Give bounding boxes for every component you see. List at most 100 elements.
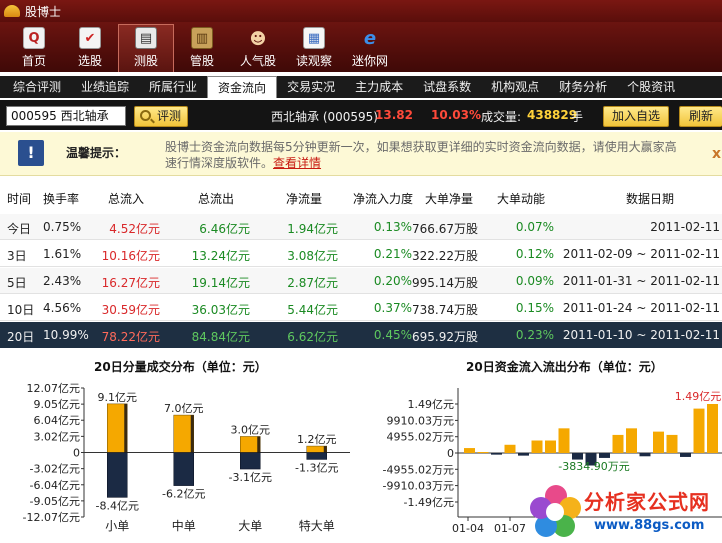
tab-stock-news[interactable]: 个股资讯 bbox=[617, 76, 685, 98]
volume-value: 438829 bbox=[527, 108, 578, 122]
inflow-bar bbox=[666, 434, 678, 453]
volume-label: 成交量: bbox=[481, 110, 522, 124]
toolbar-popular-stock[interactable]: ☻ 人气股 bbox=[230, 24, 286, 72]
app-title: 股博士 bbox=[25, 4, 62, 19]
outflow-bar bbox=[599, 453, 610, 458]
table-row[interactable]: 5日 2.43% 16.27亿元 19.14亿元 2.87亿元 0.20% 99… bbox=[0, 268, 722, 294]
watermark-text: 分析家公式网 bbox=[584, 490, 710, 514]
app-logo-icon bbox=[4, 5, 20, 17]
search-doc-icon: Q bbox=[23, 27, 45, 49]
outflow-bar bbox=[491, 453, 502, 455]
category-label: 小单 bbox=[105, 519, 129, 533]
inflow-bar bbox=[558, 428, 570, 453]
y-tick-label: 6.04亿元 bbox=[34, 414, 81, 427]
inflow-bar bbox=[612, 434, 624, 453]
y-tick-label: -3.02亿元 bbox=[30, 463, 80, 476]
toolbar-read-observe[interactable]: ▦ 读观察 bbox=[286, 24, 342, 72]
tab-industry[interactable]: 所属行业 bbox=[139, 76, 207, 98]
inflow-bar-label: 7.0亿元 bbox=[164, 402, 204, 415]
info-icon: ! bbox=[18, 140, 44, 166]
table-row[interactable]: 今日 0.75% 4.52亿元 6.46亿元 1.94亿元 0.13% 766.… bbox=[0, 214, 722, 240]
y-tick-label: 12.07亿元 bbox=[27, 382, 81, 395]
y-tick-label: -12.07亿元 bbox=[23, 511, 80, 524]
stock-price: 13.82 bbox=[375, 108, 413, 122]
toolbar-home[interactable]: Q 首页 bbox=[6, 24, 62, 72]
outflow-bar bbox=[107, 452, 128, 498]
app-window: 股博士 Q 首页 ✔ 选股 ▤ 测股 ▥ 管股 ☻ 人气股 ▦ 读观察 e 迷你… bbox=[0, 0, 722, 543]
tip-notice: ! 温馨提示： 股博士资金流向数据每5分钟更新一次，如果想获取更详细的实时资金流… bbox=[0, 132, 722, 176]
outflow-bar-label: -8.4亿元 bbox=[96, 499, 139, 512]
tab-trial-coef[interactable]: 试盘系数 bbox=[413, 76, 481, 98]
toolbar-test-stock[interactable]: ▤ 测股 bbox=[118, 24, 174, 72]
main-toolbar: Q 首页 ✔ 选股 ▤ 测股 ▥ 管股 ☻ 人气股 ▦ 读观察 e 迷你网 bbox=[0, 22, 722, 72]
eval-button[interactable]: 评测 bbox=[134, 106, 188, 127]
flower-logo-icon bbox=[530, 485, 581, 537]
tab-overall-eval[interactable]: 综合评测 bbox=[3, 76, 71, 98]
y-tick-label: 9910.03万元 bbox=[387, 414, 455, 427]
y-tick-label: -6.04亿元 bbox=[30, 479, 80, 492]
refresh-button[interactable]: 刷新 bbox=[679, 106, 722, 127]
volume-unit: 手 bbox=[571, 110, 584, 124]
inflow-bar bbox=[545, 440, 556, 453]
table-row[interactable]: 10日 4.56% 30.59亿元 36.03亿元 5.44亿元 0.37% 7… bbox=[0, 295, 722, 321]
y-tick-label: -9910.03万元 bbox=[383, 480, 454, 493]
notice-detail-link[interactable]: 查看详情 bbox=[273, 156, 321, 170]
title-bar: 股博士 bbox=[0, 0, 722, 22]
inflow-bar-shade bbox=[323, 446, 327, 453]
tab-performance[interactable]: 业绩追踪 bbox=[71, 76, 139, 98]
chart1-title: 20日分量成交分布（单位：元） bbox=[94, 360, 267, 374]
tab-main-cost[interactable]: 主力成本 bbox=[345, 76, 413, 98]
inflow-bar-shade bbox=[190, 415, 194, 453]
y-tick-label: -4955.02万元 bbox=[383, 463, 454, 476]
table-row-selected[interactable]: 20日 10.99% 78.22亿元 84.84亿元 6.62亿元 0.45% … bbox=[0, 322, 722, 348]
y-tick-label: 0 bbox=[447, 447, 454, 460]
outflow-bar bbox=[572, 453, 583, 460]
outflow-bar bbox=[173, 452, 194, 486]
table-row[interactable]: 3日 1.61% 10.16亿元 13.24亿元 3.08亿元 0.21% 32… bbox=[0, 241, 722, 267]
category-label: 大单 bbox=[238, 519, 262, 533]
magnifier-icon bbox=[140, 110, 151, 121]
volume-distribution-chart: 20日分量成交分布（单位：元） 12.07亿元 9.05亿元 6.04亿元 3.02亿… bbox=[0, 352, 360, 543]
outflow-bar-label: -6.2亿元 bbox=[162, 488, 205, 501]
inflow-bar bbox=[693, 408, 705, 453]
notice-title: 温馨提示： bbox=[66, 146, 127, 160]
y-tick-label: -9.05亿元 bbox=[30, 495, 80, 508]
inflow-bar bbox=[531, 440, 543, 453]
add-watchlist-button[interactable]: 加入自选 bbox=[603, 106, 669, 127]
stock-change: 10.03% bbox=[431, 108, 481, 122]
tab-capital-flow[interactable]: 资金流向 bbox=[207, 76, 278, 98]
toolbar-select-stock[interactable]: ✔ 选股 bbox=[62, 24, 118, 72]
watermark: 分析家公式网 www.88gs.com bbox=[522, 482, 722, 543]
toolbar-manage-stock[interactable]: ▥ 管股 bbox=[174, 24, 230, 72]
category-label: 中单 bbox=[172, 518, 196, 533]
ie-icon: e bbox=[363, 27, 377, 49]
checklist-icon: ✔ bbox=[79, 27, 101, 49]
inflow-bar bbox=[464, 448, 475, 453]
y-tick-label: 0 bbox=[73, 447, 80, 460]
inflow-bar-label: 9.1亿元 bbox=[98, 391, 138, 404]
chart1-svg: 12.07亿元 9.05亿元 6.04亿元 3.02亿元 0 -3.02亿元 -6.04亿元… bbox=[23, 382, 350, 533]
close-icon[interactable]: x bbox=[712, 146, 721, 162]
outflow-bar bbox=[306, 452, 327, 460]
inflow-bar-label: 1.2亿元 bbox=[297, 433, 337, 446]
outflow-bar bbox=[680, 453, 691, 457]
tab-finance[interactable]: 财务分析 bbox=[549, 76, 617, 98]
y-tick-label: 9.05亿元 bbox=[34, 398, 81, 411]
notice-text: 股博士资金流向数据每5分钟更新一次，如果想获取更详细的实时资金流向数据，请使用大… bbox=[165, 140, 677, 170]
tab-institution-view[interactable]: 机构观点 bbox=[481, 76, 549, 98]
book-icon: ▥ bbox=[191, 27, 213, 49]
measure-icon: ▤ bbox=[135, 27, 157, 49]
tab-trade-live[interactable]: 交易实况 bbox=[277, 76, 345, 98]
stock-code-input[interactable]: 000595 西北轴承 bbox=[6, 106, 126, 126]
category-label: 特大单 bbox=[299, 518, 335, 533]
inflow-bar bbox=[504, 444, 516, 453]
outflow-bar bbox=[639, 453, 651, 457]
x-tick-label: 01-04 bbox=[452, 522, 484, 535]
inflow-bar-label: 3.0亿元 bbox=[231, 423, 271, 436]
toolbar-mini-web[interactable]: e 迷你网 bbox=[342, 24, 398, 72]
min-annotation: -3834.90万元 bbox=[558, 460, 629, 473]
people-icon: ☻ bbox=[249, 28, 267, 48]
y-tick-label: -1.49亿元 bbox=[404, 496, 454, 509]
chart2-title: 20日资金流入流出分布（单位：元） bbox=[466, 360, 663, 374]
outflow-bar-label: -1.3亿元 bbox=[295, 461, 338, 474]
